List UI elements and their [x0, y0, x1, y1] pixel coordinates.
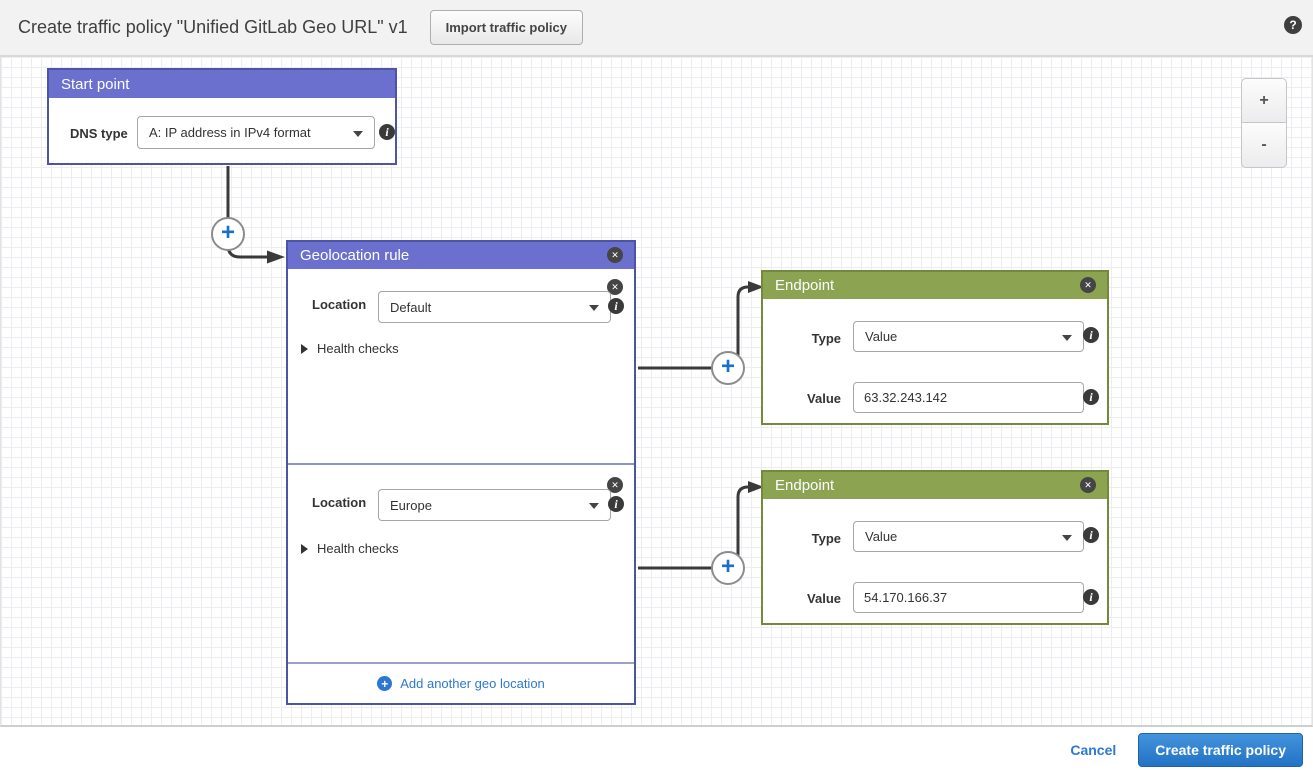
- help-icon[interactable]: ?: [1284, 16, 1302, 34]
- close-icon[interactable]: ✕: [1080, 277, 1096, 293]
- endpoint-node-1: Endpoint ✕ Type Value i Value i: [761, 270, 1109, 425]
- zoom-controls: + -: [1241, 78, 1287, 168]
- health-checks-toggle[interactable]: Health checks: [301, 341, 399, 356]
- endpoint-value-input[interactable]: [853, 382, 1084, 413]
- value-label: Value: [783, 591, 841, 606]
- chevron-down-icon: [1062, 335, 1072, 341]
- location-info-icon[interactable]: i: [608, 298, 624, 314]
- dns-type-dropdown[interactable]: A: IP address in IPv4 format: [137, 116, 375, 149]
- value-info-icon[interactable]: i: [1083, 389, 1099, 405]
- location-label: Location: [312, 297, 366, 312]
- endpoint-title: Endpoint: [775, 277, 834, 294]
- close-icon[interactable]: ✕: [607, 247, 623, 263]
- zoom-out-button[interactable]: -: [1241, 123, 1287, 168]
- add-geo-location-link[interactable]: + Add another geo location: [377, 676, 545, 691]
- chevron-down-icon: [353, 131, 363, 137]
- type-label: Type: [783, 531, 841, 546]
- endpoint-header: Endpoint ✕: [763, 272, 1107, 299]
- location-dropdown[interactable]: Default: [378, 291, 611, 323]
- endpoint-type-dropdown[interactable]: Value: [853, 521, 1084, 552]
- value-info-icon[interactable]: i: [1083, 589, 1099, 605]
- import-traffic-policy-button[interactable]: Import traffic policy: [430, 10, 583, 45]
- expand-arrow-icon: [301, 344, 308, 354]
- chevron-down-icon: [1062, 535, 1072, 541]
- policy-canvas: + + + + - Start point DNS type A: IP add…: [0, 57, 1313, 727]
- endpoint-node-2: Endpoint ✕ Type Value i Value i: [761, 470, 1109, 625]
- start-point-title: Start point: [61, 76, 129, 93]
- geolocation-rule-node: Geolocation rule ✕ ✕ Location Default i …: [286, 240, 636, 705]
- connection-plus-button[interactable]: +: [711, 351, 745, 385]
- zoom-in-button[interactable]: +: [1241, 78, 1287, 123]
- endpoint-title: Endpoint: [775, 477, 834, 494]
- create-traffic-policy-button[interactable]: Create traffic policy: [1138, 733, 1303, 767]
- start-point-header: Start point: [49, 70, 395, 98]
- geolocation-rule-header: Geolocation rule ✕: [288, 242, 634, 269]
- location-info-icon[interactable]: i: [608, 496, 624, 512]
- connection-plus-button[interactable]: +: [211, 217, 245, 251]
- endpoint-type-dropdown[interactable]: Value: [853, 321, 1084, 352]
- plus-icon: +: [377, 676, 392, 691]
- location-dropdown[interactable]: Europe: [378, 489, 611, 521]
- start-point-node: Start point DNS type A: IP address in IP…: [47, 68, 397, 165]
- geo-location-section-default: ✕ Location Default i Health checks: [288, 269, 634, 465]
- geolocation-rule-title: Geolocation rule: [300, 247, 409, 264]
- type-label: Type: [783, 331, 841, 346]
- endpoint-value-input[interactable]: [853, 582, 1084, 613]
- top-bar: Create traffic policy "Unified GitLab Ge…: [0, 0, 1313, 57]
- cancel-button[interactable]: Cancel: [1070, 742, 1116, 758]
- endpoint-header: Endpoint ✕: [763, 472, 1107, 499]
- dns-type-label: DNS type: [70, 126, 128, 141]
- chevron-down-icon: [589, 503, 599, 509]
- expand-arrow-icon: [301, 544, 308, 554]
- value-label: Value: [783, 391, 841, 406]
- location-label: Location: [312, 495, 366, 510]
- chevron-down-icon: [589, 305, 599, 311]
- type-info-icon[interactable]: i: [1083, 527, 1099, 543]
- footer-action-bar: Cancel Create traffic policy: [0, 729, 1313, 770]
- page-title: Create traffic policy "Unified GitLab Ge…: [18, 17, 408, 38]
- close-icon[interactable]: ✕: [1080, 477, 1096, 493]
- geo-location-section-europe: ✕ Location Europe i Health checks: [288, 465, 634, 663]
- health-checks-toggle[interactable]: Health checks: [301, 541, 399, 556]
- dns-type-info-icon[interactable]: i: [379, 124, 395, 140]
- geo-rule-footer: + Add another geo location: [288, 662, 634, 703]
- connection-plus-button[interactable]: +: [711, 551, 745, 585]
- type-info-icon[interactable]: i: [1083, 327, 1099, 343]
